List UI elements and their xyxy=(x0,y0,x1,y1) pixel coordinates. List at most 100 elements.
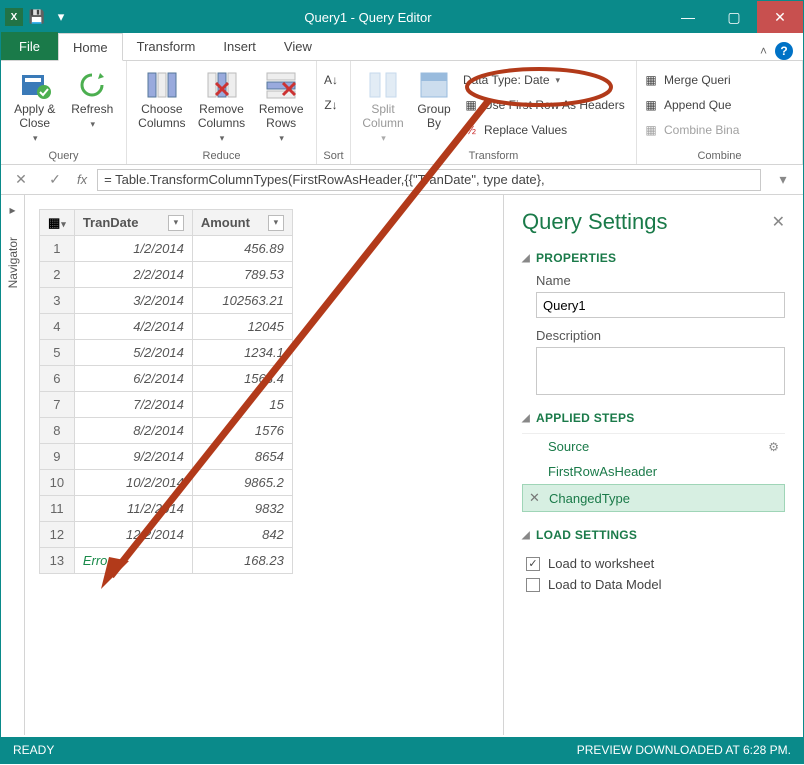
maximize-button[interactable]: ▢ xyxy=(711,1,757,33)
cell-trandate[interactable]: Error xyxy=(74,548,192,574)
choose-columns-button[interactable]: Choose Columns xyxy=(133,67,191,131)
group-by-button[interactable]: Group By xyxy=(411,67,457,131)
table-row[interactable]: 99/2/20148654 xyxy=(40,444,293,470)
expand-icon[interactable]: ▸ xyxy=(9,203,15,217)
tab-file[interactable]: File xyxy=(1,32,58,60)
cell-trandate[interactable]: 10/2/2014 xyxy=(74,470,192,496)
filter-icon[interactable]: ▾ xyxy=(268,215,284,231)
cell-amount[interactable]: 8654 xyxy=(192,444,292,470)
table-row[interactable]: 1010/2/20149865.2 xyxy=(40,470,293,496)
cell-amount[interactable]: 1234.1 xyxy=(192,340,292,366)
cell-trandate[interactable]: 12/2/2014 xyxy=(74,522,192,548)
sort-desc-button[interactable]: Z↓ xyxy=(323,94,339,116)
cell-amount[interactable]: 12045 xyxy=(192,314,292,340)
tab-view[interactable]: View xyxy=(270,32,326,60)
remove-columns-button[interactable]: Remove Columns ▾ xyxy=(193,67,251,143)
table-row[interactable]: 13Error168.23 xyxy=(40,548,293,574)
append-queries-button[interactable]: ▦Append Que xyxy=(643,94,739,116)
close-button[interactable]: ✕ xyxy=(757,1,803,33)
choose-columns-icon xyxy=(146,69,178,101)
tab-transform[interactable]: Transform xyxy=(123,32,210,60)
cell-amount[interactable]: 842 xyxy=(192,522,292,548)
table-row[interactable]: 77/2/201415 xyxy=(40,392,293,418)
table-row[interactable]: 1212/2/2014842 xyxy=(40,522,293,548)
tab-insert[interactable]: Insert xyxy=(209,32,270,60)
merge-icon: ▦ xyxy=(643,72,659,88)
close-settings-button[interactable]: ✕ xyxy=(772,212,785,232)
delete-step-icon[interactable]: ✕ xyxy=(529,490,543,506)
collapse-icon[interactable]: ◢ xyxy=(522,530,530,541)
row-number: 2 xyxy=(40,262,75,288)
expand-formula-button[interactable]: ▾ xyxy=(771,171,795,188)
apply-close-button[interactable]: Apply & Close ▾ xyxy=(7,67,63,143)
collapse-ribbon-icon[interactable]: ˄ xyxy=(760,44,767,58)
split-column-button[interactable]: Split Column ▾ xyxy=(357,67,409,143)
help-button[interactable]: ? xyxy=(775,42,793,60)
qat-save-icon[interactable]: 💾 xyxy=(27,7,47,27)
table-row[interactable]: 88/2/20141576 xyxy=(40,418,293,444)
column-header-amount[interactable]: Amount▾ xyxy=(192,210,292,236)
table-row[interactable]: 44/2/201412045 xyxy=(40,314,293,340)
cell-amount[interactable]: 9865.2 xyxy=(192,470,292,496)
merge-queries-button[interactable]: ▦Merge Queri xyxy=(643,69,739,91)
replace-values-button[interactable]: ½Replace Values xyxy=(463,119,625,141)
cell-amount[interactable]: 102563.21 xyxy=(192,288,292,314)
query-description-input[interactable] xyxy=(536,347,785,395)
tab-home[interactable]: Home xyxy=(58,33,123,61)
refresh-button[interactable]: Refresh ▾ xyxy=(65,67,121,129)
sort-asc-button[interactable]: A↓ xyxy=(323,69,339,91)
table-row[interactable]: 33/2/2014102563.21 xyxy=(40,288,293,314)
collapse-icon[interactable]: ◢ xyxy=(522,413,530,424)
first-row-headers-button[interactable]: ▦Use First Row As Headers xyxy=(463,94,625,116)
combine-binaries-button[interactable]: ▦Combine Bina xyxy=(643,119,739,141)
cancel-formula-button[interactable]: ✕ xyxy=(9,171,33,188)
cell-amount[interactable]: 9832 xyxy=(192,496,292,522)
cell-amount[interactable]: 456.89 xyxy=(192,236,292,262)
cell-trandate[interactable]: 8/2/2014 xyxy=(74,418,192,444)
navigator-panel[interactable]: ▸ Navigator xyxy=(1,195,25,735)
fx-label: fx xyxy=(77,172,87,187)
step-source[interactable]: Source⚙ xyxy=(522,434,785,459)
table-row[interactable]: 11/2/2014456.89 xyxy=(40,236,293,262)
step-changed-type[interactable]: ✕ChangedType xyxy=(522,484,785,512)
filter-icon[interactable]: ▾ xyxy=(168,215,184,231)
query-name-input[interactable] xyxy=(536,292,785,318)
cell-trandate[interactable]: 6/2/2014 xyxy=(74,366,192,392)
step-first-row-header[interactable]: FirstRowAsHeader xyxy=(522,459,785,484)
load-datamodel-checkbox[interactable]: Load to Data Model xyxy=(526,577,785,592)
cell-amount[interactable]: 1576 xyxy=(192,418,292,444)
cell-trandate[interactable]: 11/2/2014 xyxy=(74,496,192,522)
accept-formula-button[interactable]: ✓ xyxy=(43,171,67,188)
cell-trandate[interactable]: 4/2/2014 xyxy=(74,314,192,340)
cell-trandate[interactable]: 5/2/2014 xyxy=(74,340,192,366)
minimize-button[interactable]: — xyxy=(665,1,711,33)
gear-icon[interactable]: ⚙ xyxy=(768,440,779,454)
data-type-dropdown[interactable]: Data Type: Date▾ xyxy=(463,69,625,91)
cell-amount[interactable]: 168.23 xyxy=(192,548,292,574)
title-bar: X 💾 ▾ Query1 - Query Editor — ▢ ✕ xyxy=(1,1,803,33)
status-left: READY xyxy=(13,743,54,757)
cell-amount[interactable]: 1568.4 xyxy=(192,366,292,392)
cell-trandate[interactable]: 9/2/2014 xyxy=(74,444,192,470)
cell-amount[interactable]: 789.53 xyxy=(192,262,292,288)
qat-dropdown-icon[interactable]: ▾ xyxy=(51,7,71,27)
row-number: 7 xyxy=(40,392,75,418)
remove-rows-button[interactable]: Remove Rows ▾ xyxy=(252,67,310,143)
cell-trandate[interactable]: 1/2/2014 xyxy=(74,236,192,262)
table-row[interactable]: 22/2/2014789.53 xyxy=(40,262,293,288)
load-worksheet-checkbox[interactable]: ✓Load to worksheet xyxy=(526,556,785,571)
chevron-down-icon: ▾ xyxy=(33,133,38,143)
cell-amount[interactable]: 15 xyxy=(192,392,292,418)
collapse-icon[interactable]: ◢ xyxy=(522,253,530,264)
table-row[interactable]: 55/2/20141234.1 xyxy=(40,340,293,366)
formula-bar: ✕ ✓ fx ▾ xyxy=(1,165,803,195)
cell-trandate[interactable]: 7/2/2014 xyxy=(74,392,192,418)
cell-trandate[interactable]: 3/2/2014 xyxy=(74,288,192,314)
select-all-corner[interactable]: ▦▾ xyxy=(40,210,75,236)
table-row[interactable]: 66/2/20141568.4 xyxy=(40,366,293,392)
formula-input[interactable] xyxy=(97,169,761,191)
table-row[interactable]: 1111/2/20149832 xyxy=(40,496,293,522)
checkbox-unchecked-icon xyxy=(526,578,540,592)
cell-trandate[interactable]: 2/2/2014 xyxy=(74,262,192,288)
column-header-trandate[interactable]: TranDate▾ xyxy=(74,210,192,236)
